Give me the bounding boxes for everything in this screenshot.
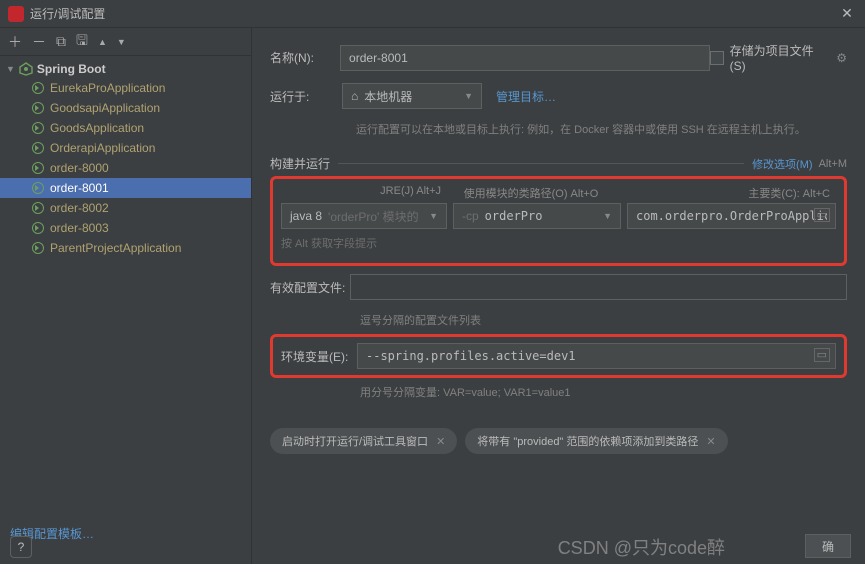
env-input[interactable]: [357, 343, 836, 369]
chip-open-tool-window[interactable]: 启动时打开运行/调试工具窗口 ✕: [270, 428, 457, 454]
main-hint: 主要类(C): Alt+C: [615, 185, 836, 201]
cp-prefix: -cp: [462, 209, 479, 223]
chevron-down-icon: ▼: [6, 64, 15, 74]
jre-hint: JRE(J) Alt+J: [281, 185, 447, 201]
main-class-input[interactable]: [627, 203, 836, 229]
name-input[interactable]: [340, 45, 710, 71]
spring-run-icon: [32, 182, 44, 194]
tree-item[interactable]: GoodsapiApplication: [0, 98, 251, 118]
tree-item-label: order-8000: [50, 161, 109, 175]
spring-boot-icon: [19, 62, 33, 76]
env-label: 环境变量(E):: [281, 348, 357, 365]
spring-run-icon: [32, 222, 44, 234]
tree-root-label: Spring Boot: [37, 62, 106, 76]
tree-item-label: order-8002: [50, 201, 109, 215]
ok-button[interactable]: 确: [805, 534, 851, 558]
runon-label: 运行于:: [270, 88, 342, 105]
store-checkbox[interactable]: [710, 51, 724, 65]
spring-run-icon: [32, 202, 44, 214]
help-button[interactable]: ?: [10, 536, 32, 558]
sidebar: ＋ － ⧉ 🖫 ▲ ▼ ▼ Spring Boot EurekaProAppli…: [0, 28, 252, 564]
store-label: 存储为项目文件(S): [730, 42, 827, 73]
spring-run-icon: [32, 242, 44, 254]
eff-hint: 逗号分隔的配置文件列表: [360, 312, 847, 328]
home-icon: ⌂: [351, 89, 358, 103]
save-button[interactable]: 🖫: [76, 30, 88, 54]
tree-item-label: ParentProjectApplication: [50, 241, 181, 255]
remove-button[interactable]: －: [32, 32, 46, 52]
name-label: 名称(N):: [270, 49, 340, 66]
titlebar: 运行/调试配置 ✕: [0, 0, 865, 28]
tree-item-label: order-8001: [50, 181, 109, 195]
classpath-combo[interactable]: -cp orderPro ▼: [453, 203, 621, 229]
cp-hint: 使用模块的类路径(O) Alt+O: [447, 185, 615, 201]
form-panel: 名称(N): 存储为项目文件(S) ⚙ 运行于: ⌂ 本地机器 ▼ 管理目标… …: [252, 28, 865, 564]
spring-run-icon: [32, 102, 44, 114]
build-title: 构建并运行: [270, 155, 330, 172]
tree-item-label: EurekaProApplication: [50, 81, 165, 95]
tree-item-label: GoodsApplication: [50, 121, 144, 135]
spring-run-icon: [32, 142, 44, 154]
chevron-down-icon: ▼: [464, 91, 473, 101]
env-hint: 用分号分隔变量: VAR=value; VAR1=value1: [360, 384, 847, 400]
tree-item[interactable]: order-8000: [0, 158, 251, 178]
eff-input[interactable]: [350, 274, 847, 300]
build-run-box: JRE(J) Alt+J 使用模块的类路径(O) Alt+O 主要类(C): A…: [270, 176, 847, 266]
tree-item[interactable]: OrderapiApplication: [0, 138, 251, 158]
spring-run-icon: [32, 162, 44, 174]
chevron-down-icon: ▼: [429, 211, 438, 221]
alt-hint: 按 Alt 获取字段提示: [281, 235, 836, 251]
env-box: 环境变量(E): ▭: [270, 334, 847, 378]
app-icon: [8, 6, 24, 22]
dialog-title: 运行/调试配置: [30, 5, 837, 22]
tree-root[interactable]: ▼ Spring Boot: [0, 60, 251, 78]
spring-run-icon: [32, 122, 44, 134]
config-tree: ▼ Spring Boot EurekaProApplication Goodsa…: [0, 56, 251, 564]
copy-button[interactable]: ⧉: [56, 33, 66, 50]
tree-item[interactable]: order-8002: [0, 198, 251, 218]
spring-run-icon: [32, 82, 44, 94]
expand-icon[interactable]: ▭: [814, 208, 830, 222]
runon-value: 本地机器: [364, 88, 412, 105]
tree-item-label: order-8003: [50, 221, 109, 235]
tree-item-label: OrderapiApplication: [50, 141, 155, 155]
expand-icon[interactable]: ▭: [814, 348, 830, 362]
cp-value: orderPro: [485, 209, 543, 223]
chevron-down-icon: ▼: [603, 211, 612, 221]
manage-targets-link[interactable]: 管理目标…: [496, 88, 556, 105]
tree-item[interactable]: ParentProjectApplication: [0, 238, 251, 258]
close-icon[interactable]: ✕: [837, 5, 857, 22]
modify-shortcut: Alt+M: [819, 158, 847, 170]
eff-label: 有效配置文件:: [270, 279, 350, 296]
jre-combo[interactable]: java 8 'orderPro' 模块的 ▼: [281, 203, 447, 229]
tree-item[interactable]: order-8003: [0, 218, 251, 238]
down-button[interactable]: ▼: [117, 37, 126, 47]
gear-icon[interactable]: ⚙: [836, 51, 847, 65]
runon-combo[interactable]: ⌂ 本地机器 ▼: [342, 83, 482, 109]
sidebar-toolbar: ＋ － ⧉ 🖫 ▲ ▼: [0, 28, 251, 56]
tree-item[interactable]: GoodsApplication: [0, 118, 251, 138]
tree-item[interactable]: EurekaProApplication: [0, 78, 251, 98]
tree-item-label: GoodsapiApplication: [50, 101, 160, 115]
jre-suffix: 'orderPro' 模块的: [328, 208, 419, 225]
add-button[interactable]: ＋: [8, 32, 22, 52]
modify-options-link[interactable]: 修改选项(M): [752, 156, 813, 172]
chip-provided-scope[interactable]: 将带有 "provided" 范围的依赖项添加到类路径 ✕: [465, 428, 727, 454]
chip-label: 将带有 "provided" 范围的依赖项添加到类路径: [477, 433, 698, 449]
up-button[interactable]: ▲: [98, 37, 107, 47]
chip-label: 启动时打开运行/调试工具窗口: [282, 433, 428, 449]
tree-item[interactable]: order-8001: [0, 178, 251, 198]
close-icon[interactable]: ✕: [436, 435, 445, 448]
jre-value: java 8: [290, 209, 322, 223]
close-icon[interactable]: ✕: [706, 435, 715, 448]
runon-hint: 运行配置可以在本地或目标上执行: 例如，在 Docker 容器中或使用 SSH …: [356, 121, 847, 137]
